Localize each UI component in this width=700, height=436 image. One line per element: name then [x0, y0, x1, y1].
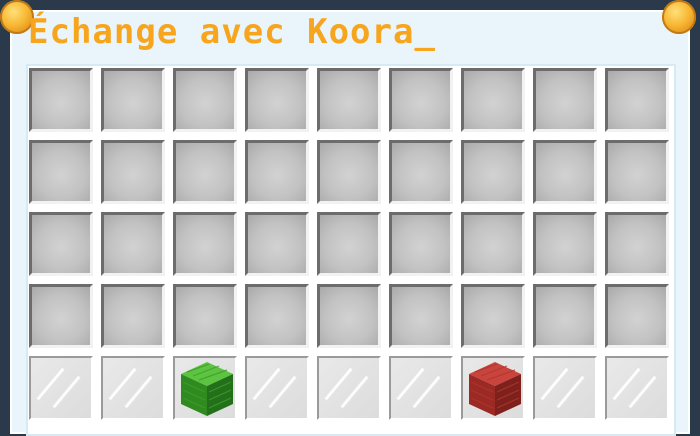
- green-wool-icon: [181, 362, 233, 416]
- hotbar-slot-9[interactable]: [605, 356, 669, 420]
- hotbar-slot-1[interactable]: [29, 356, 93, 420]
- hotbar-slot-2[interactable]: [101, 356, 165, 420]
- hotbar-slot-7[interactable]: [461, 356, 525, 420]
- inventory-slot[interactable]: [389, 140, 453, 204]
- inventory-slot[interactable]: [101, 140, 165, 204]
- inventory-slot[interactable]: [173, 68, 237, 132]
- inventory-slot[interactable]: [101, 212, 165, 276]
- inventory-slot[interactable]: [389, 284, 453, 348]
- inventory-slot[interactable]: [245, 68, 309, 132]
- inventory-slot[interactable]: [533, 212, 597, 276]
- inventory-slot[interactable]: [605, 212, 669, 276]
- hotbar-slot-3[interactable]: [173, 356, 237, 420]
- hotbar-slot-5[interactable]: [317, 356, 381, 420]
- inventory-slot[interactable]: [173, 212, 237, 276]
- inventory-slot[interactable]: [389, 68, 453, 132]
- glass-pane-icon: [323, 362, 375, 414]
- inventory-slot[interactable]: [389, 212, 453, 276]
- inventory-slot[interactable]: [533, 68, 597, 132]
- corner-orb-icon: [662, 0, 696, 34]
- glass-pane-icon: [35, 362, 87, 414]
- hotbar-slot-6[interactable]: [389, 356, 453, 420]
- glass-pane-icon: [107, 362, 159, 414]
- inventory-slot[interactable]: [317, 140, 381, 204]
- inventory-slot[interactable]: [533, 284, 597, 348]
- inventory-slot[interactable]: [245, 140, 309, 204]
- inventory-slot[interactable]: [101, 284, 165, 348]
- hotbar-slot-4[interactable]: [245, 356, 309, 420]
- glass-pane-icon: [251, 362, 303, 414]
- inventory-slot[interactable]: [29, 140, 93, 204]
- inventory-slot[interactable]: [317, 68, 381, 132]
- glass-pane-icon: [611, 362, 663, 414]
- inventory-slot[interactable]: [173, 284, 237, 348]
- inventory-slot[interactable]: [605, 68, 669, 132]
- inventory-slot[interactable]: [101, 68, 165, 132]
- inventory-slot[interactable]: [29, 212, 93, 276]
- inventory-slot[interactable]: [245, 284, 309, 348]
- inventory-slot[interactable]: [245, 212, 309, 276]
- inventory-slot[interactable]: [605, 284, 669, 348]
- glass-pane-icon: [539, 362, 591, 414]
- inventory-slot[interactable]: [461, 212, 525, 276]
- inventory-slot[interactable]: [317, 284, 381, 348]
- inventory-slot[interactable]: [533, 140, 597, 204]
- glass-pane-icon: [395, 362, 447, 414]
- red-wool-icon: [469, 362, 521, 416]
- inventory-slot[interactable]: [461, 140, 525, 204]
- inventory-slot[interactable]: [461, 284, 525, 348]
- inventory-slot[interactable]: [317, 212, 381, 276]
- inventory-slot[interactable]: [29, 284, 93, 348]
- inventory-grid: [29, 68, 671, 424]
- inventory-slot[interactable]: [605, 140, 669, 204]
- inventory-slot[interactable]: [29, 68, 93, 132]
- trade-window: Échange avec Koora_: [0, 0, 700, 436]
- window-title: Échange avec Koora_: [28, 12, 436, 52]
- hotbar-slot-8[interactable]: [533, 356, 597, 420]
- inventory-slot[interactable]: [461, 68, 525, 132]
- inventory-slot[interactable]: [173, 140, 237, 204]
